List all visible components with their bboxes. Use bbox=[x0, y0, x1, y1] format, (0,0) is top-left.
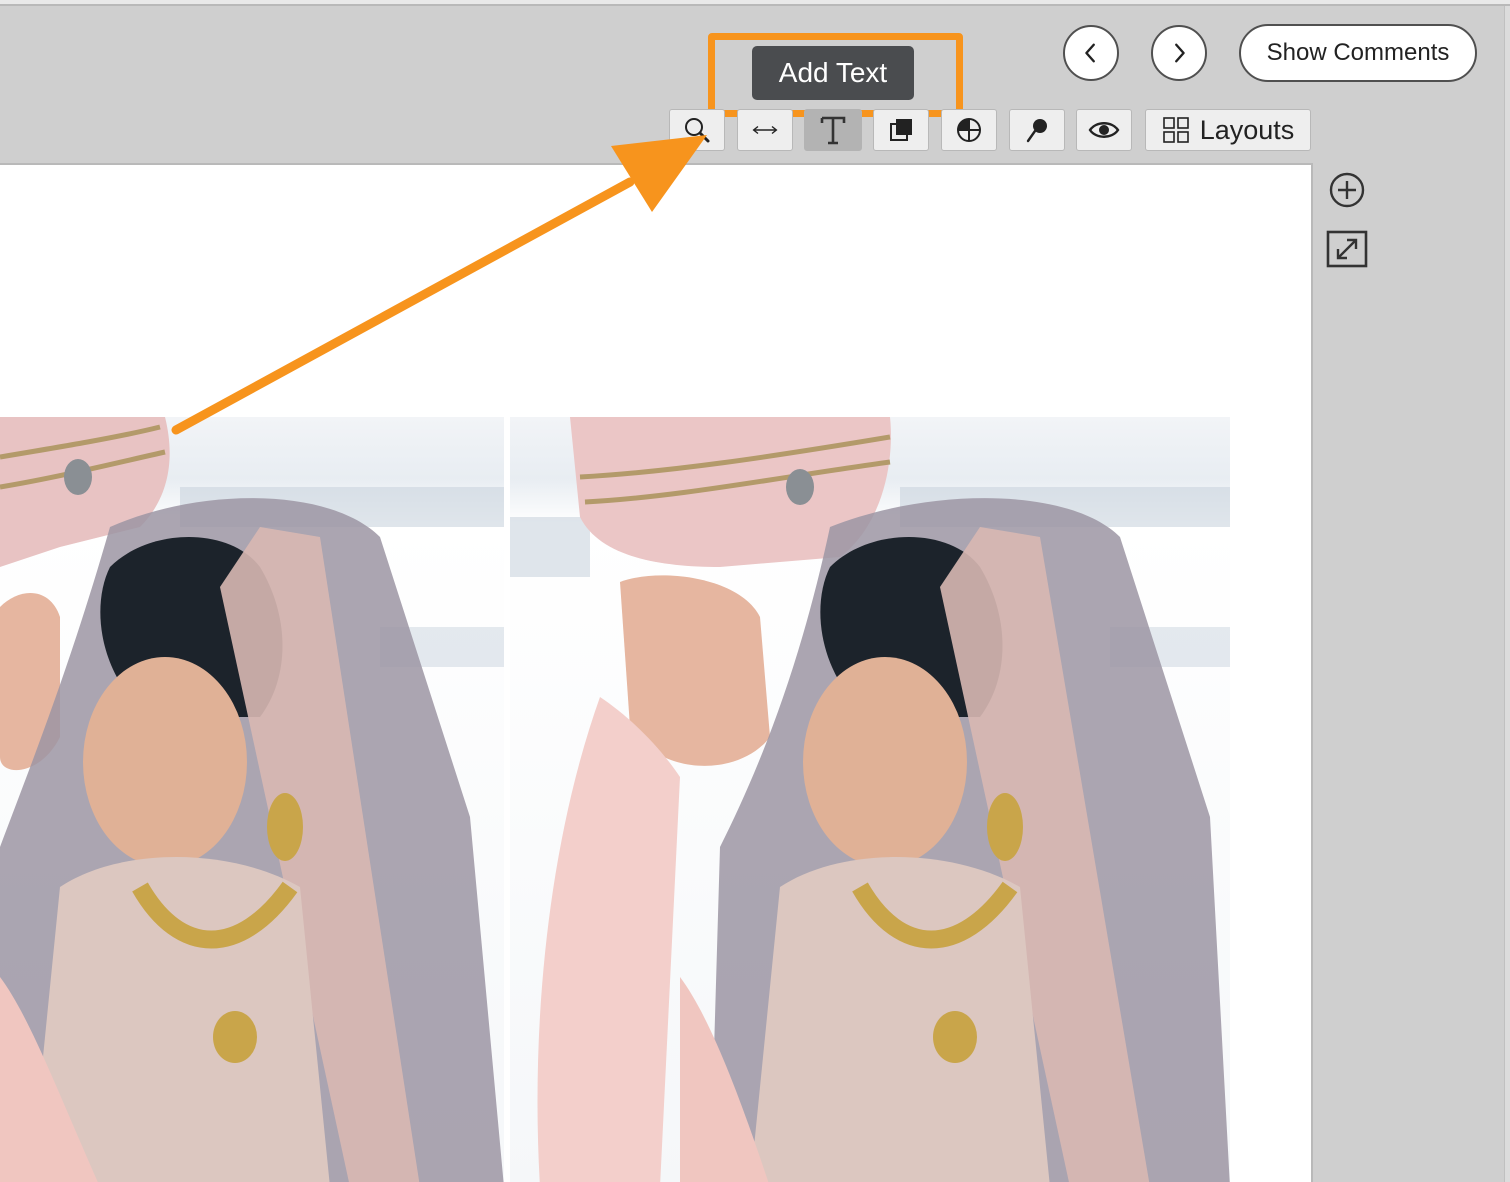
magnifier-icon bbox=[685, 118, 710, 143]
chevron-right-icon bbox=[1175, 43, 1185, 63]
expand-icon bbox=[1326, 230, 1368, 268]
layout-canvas[interactable] bbox=[0, 163, 1313, 1182]
wedding-couple-image bbox=[510, 417, 1230, 1182]
layouts-button[interactable]: Layouts bbox=[1145, 109, 1311, 151]
pin-tool-button[interactable] bbox=[1009, 109, 1065, 151]
layer-tool-button[interactable] bbox=[873, 109, 929, 151]
circle-quadrant-icon bbox=[957, 118, 981, 142]
color-tool-button[interactable] bbox=[941, 109, 997, 151]
preview-tool-button[interactable] bbox=[1076, 109, 1132, 151]
wedding-couple-image bbox=[0, 417, 504, 1182]
pin-icon bbox=[1026, 119, 1047, 143]
previous-button[interactable] bbox=[1063, 25, 1119, 81]
show-comments-button[interactable]: Show Comments bbox=[1239, 24, 1477, 82]
highlight-box bbox=[708, 33, 963, 117]
text-tool-button[interactable] bbox=[804, 109, 862, 151]
zoom-tool-button[interactable] bbox=[669, 109, 725, 151]
next-button[interactable] bbox=[1151, 25, 1207, 81]
stacked-squares-icon bbox=[890, 119, 912, 141]
plus-circle-icon bbox=[1329, 172, 1365, 208]
window-top-border bbox=[0, 0, 1510, 6]
eye-icon bbox=[1088, 122, 1120, 138]
fullscreen-button[interactable] bbox=[1325, 229, 1369, 269]
resize-tool-button[interactable] bbox=[737, 109, 793, 151]
wedding-photo-right[interactable] bbox=[510, 417, 1230, 1182]
horizontal-arrows-icon bbox=[752, 125, 778, 135]
wedding-photo-left[interactable] bbox=[0, 417, 504, 1182]
layouts-label: Layouts bbox=[1199, 114, 1295, 145]
chevron-left-icon bbox=[1085, 43, 1095, 63]
grid-icon bbox=[1162, 117, 1189, 143]
right-scroll-edge bbox=[1504, 6, 1510, 1182]
zoom-in-button[interactable] bbox=[1327, 170, 1367, 210]
text-t-icon bbox=[820, 116, 846, 145]
